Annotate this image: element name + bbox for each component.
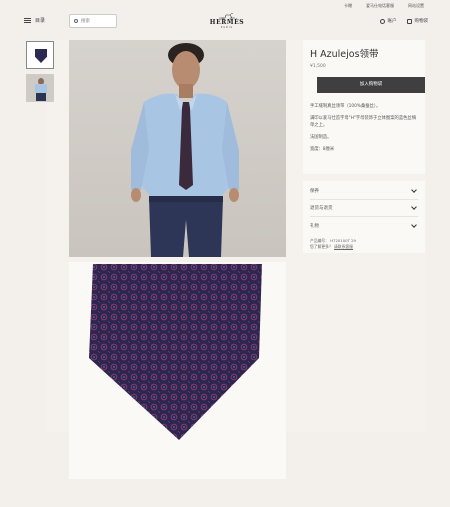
description-line: 宽度：8厘米 [310, 147, 335, 152]
site-header: 目录 搜索 HERMÈS PARIS 账户 购物袋 [0, 12, 450, 38]
menu-label: 目录 [35, 18, 46, 24]
chevron-down-icon [411, 204, 417, 210]
menu-button[interactable]: 目录 [24, 17, 45, 24]
search-input[interactable]: 搜索 [69, 14, 117, 28]
reference-label: 产品编号： [310, 238, 329, 243]
thumbnail-tie[interactable] [26, 41, 54, 69]
thumbnail-model[interactable] [26, 74, 54, 102]
topbar-link-phone[interactable]: 爱马仕电话客服 [366, 3, 394, 9]
topbar-link-gift[interactable]: 卡赠 [344, 3, 352, 9]
top-utility-bar: 卡赠 爱马仕电话客服 网站设置 [0, 0, 450, 12]
product-accordion: 保养 退货与退货 礼物 产品编号： H720100T 29 您了解更多？ 请联系… [303, 181, 425, 253]
model-illustration [69, 40, 286, 257]
account-button[interactable]: 账户 [379, 18, 397, 24]
logo-subtitle: PARIS [220, 26, 234, 29]
tie-pattern-illustration [89, 264, 262, 440]
product-image-model[interactable] [69, 40, 286, 257]
product-reference-info: 产品编号： H720100T 29 您了解更多？ 请联系客服 [310, 234, 418, 250]
tie-thumbnail-image [35, 49, 47, 63]
add-to-cart-button[interactable]: 加入购物袋 [317, 77, 425, 93]
search-icon [74, 19, 78, 23]
accordion-label: 礼物 [310, 223, 319, 229]
product-info-card: H Azulejos领带 ¥1,500 加入购物袋 手工缝制真丝领带（100%桑… [303, 40, 425, 174]
accordion-label: 保养 [310, 189, 319, 194]
chevron-down-icon [411, 221, 417, 228]
accordion-label: 退货与退货 [310, 206, 333, 211]
product-title: H Azulejos领带 [310, 49, 379, 60]
thumbnail-model-pants [36, 93, 46, 101]
reference-value: H720100T 29 [330, 238, 356, 243]
shopping-bag-icon [406, 18, 412, 24]
user-icon [379, 18, 385, 24]
brand-logo[interactable]: HERMÈS PARIS [209, 12, 245, 29]
accordion-gift[interactable]: 礼物 [310, 217, 418, 234]
cart-button[interactable]: 购物袋 [406, 18, 429, 24]
accordion-care[interactable]: 保养 [310, 183, 418, 200]
hamburger-icon [24, 18, 31, 23]
chevron-down-icon [411, 187, 417, 193]
topbar-link-settings[interactable]: 网站设置 [408, 3, 424, 9]
description-line: 法国制造。 [310, 135, 332, 140]
thumbnail-model-shirt [35, 84, 47, 93]
accordion-returns[interactable]: 退货与退货 [310, 200, 418, 217]
thumbnail-gallery [26, 41, 54, 107]
product-price: ¥1,500 [310, 64, 326, 69]
product-image-tie[interactable] [69, 262, 286, 479]
account-label: 账户 [387, 19, 397, 24]
description-line: 满印以爱马仕首字母"H"字母装饰于立体图案的蓝色丝绸单之上。 [310, 116, 417, 128]
search-placeholder: 搜索 [81, 19, 90, 24]
contact-link[interactable]: 请联系客服 [334, 244, 353, 249]
help-text: 您了解更多？ [310, 244, 333, 249]
header-actions: 账户 购物袋 [379, 18, 429, 24]
cart-label: 购物袋 [414, 19, 429, 24]
description-line: 手工缝制真丝领带（100%桑蚕丝）。 [310, 104, 381, 109]
product-description: 手工缝制真丝领带（100%桑蚕丝）。 满印以爱马仕首字母"H"字母装饰于立体图案… [310, 103, 418, 153]
